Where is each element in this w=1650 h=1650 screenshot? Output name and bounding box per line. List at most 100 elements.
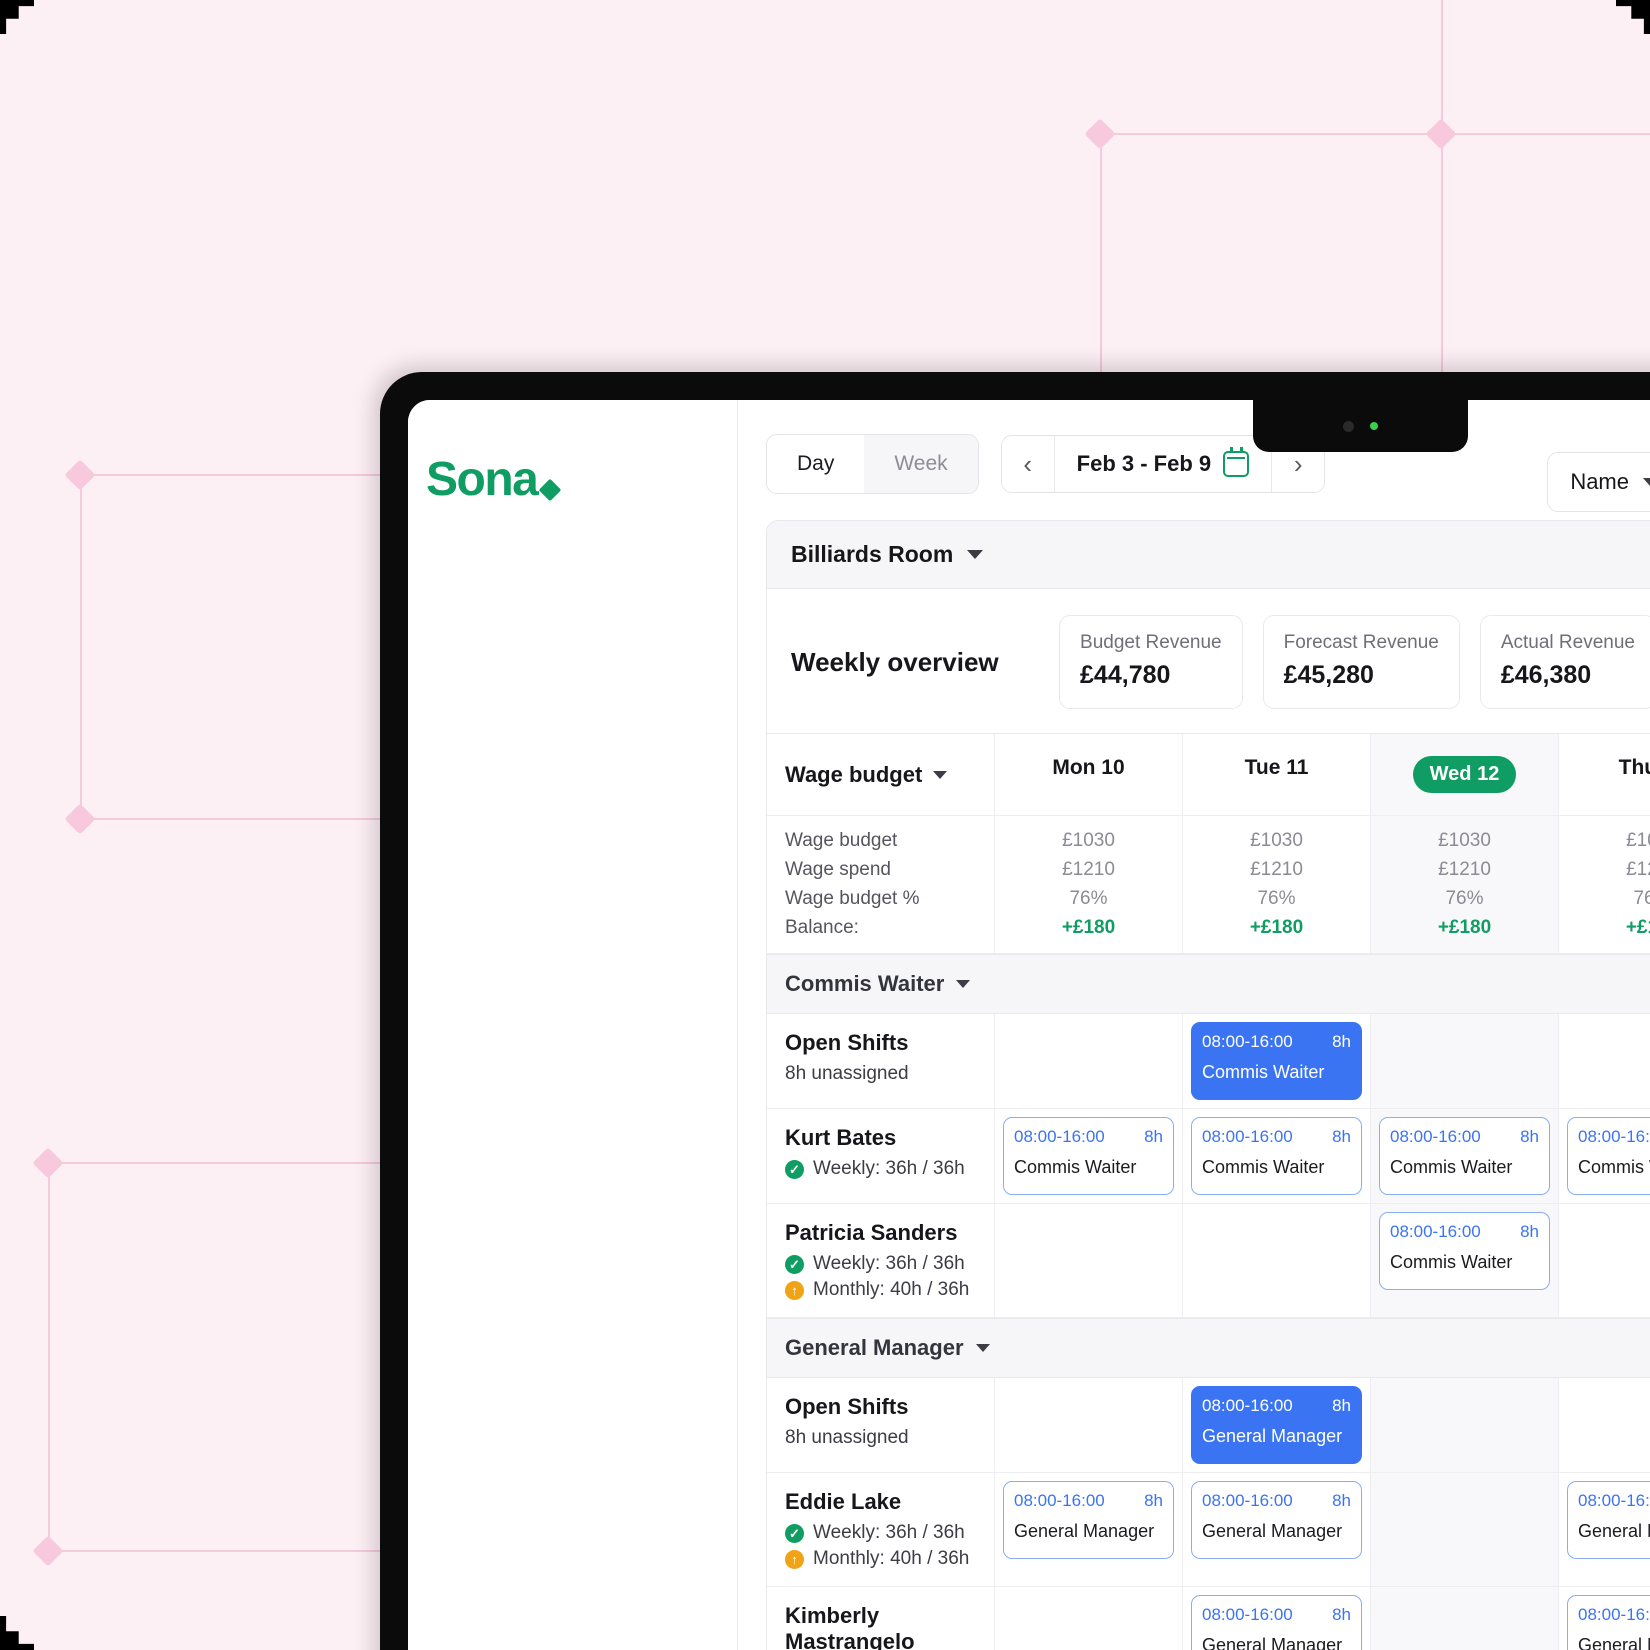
open-shift-card[interactable]: 08:00-16:00 8h General Manager xyxy=(1191,1386,1362,1464)
stat-label: Budget Revenue xyxy=(1080,632,1222,653)
schedule-cell[interactable] xyxy=(1183,1204,1371,1318)
schedule-cell[interactable] xyxy=(995,1014,1183,1109)
shift-time: 08:00-16:00 xyxy=(1014,1127,1105,1146)
employee-cell[interactable]: Open Shifts 8h unassigned xyxy=(767,1014,995,1109)
employee-name: Open Shifts xyxy=(785,1030,909,1055)
wage-value: £1210 xyxy=(1062,859,1115,880)
toolbar: Day Week ‹ Feb 3 - Feb 9 › Name xyxy=(738,400,1650,520)
employee-hours-text: Monthly: 40h / 36h xyxy=(813,1548,970,1569)
employee-cell[interactable]: Kimberly Mastrangelo✓Weekly: 36h / 36h xyxy=(767,1587,995,1650)
shift-role: General Manager xyxy=(1202,1635,1343,1650)
wage-value: 76% xyxy=(1445,888,1484,909)
shift-card[interactable]: 08:00-16:008hCommis Waiter xyxy=(1191,1117,1362,1195)
sort-by-name-select[interactable]: Name xyxy=(1547,452,1650,512)
previous-week-button[interactable]: ‹ xyxy=(1001,436,1054,492)
date-range-picker[interactable]: Feb 3 - Feb 9 xyxy=(1053,436,1273,492)
shift-card[interactable]: 08:00-16:008hGeneral Manager xyxy=(1567,1595,1650,1650)
employee-cell[interactable]: Kurt Bates ✓ Weekly: 36h / 36h xyxy=(767,1109,995,1204)
schedule-cell[interactable]: 08:00-16:008hCommis Waiter xyxy=(995,1109,1183,1204)
role-group-name: Commis Waiter xyxy=(785,971,945,996)
bg-diamond xyxy=(64,803,96,835)
schedule-cell[interactable] xyxy=(1371,1473,1559,1587)
schedule-grid: Wage budget Mon 10 Tue 11 Wed 12 Thu 13 xyxy=(767,733,1650,1650)
shift-card[interactable]: 08:00-16:008hGeneral Manager xyxy=(1191,1595,1362,1650)
chevron-down-icon xyxy=(1643,478,1650,486)
schedule-cell[interactable]: 08:00-16:008hCommis Waiter xyxy=(1183,1014,1371,1109)
day-header-thu: Thu 13 xyxy=(1559,734,1650,816)
schedule-cell[interactable] xyxy=(1559,1378,1650,1473)
shift-card[interactable]: 08:00-16:008hCommis Waiter xyxy=(1567,1117,1650,1195)
app-screen: Sona Day Week ‹ Feb 3 - Feb 9 › Name Bil… xyxy=(408,400,1650,1650)
camera-icon xyxy=(1343,420,1354,432)
shift-time-row: 08:00-16:008h xyxy=(1578,1605,1650,1625)
shift-hours: 8h xyxy=(1332,1127,1351,1146)
schedule-cell[interactable]: 08:00-16:008hCommis Waiter xyxy=(1559,1109,1650,1204)
schedule-cell[interactable]: 08:00-16:008hCommis Waiter xyxy=(1371,1204,1559,1318)
schedule-cell[interactable]: 08:00-16:008hGeneral Manager xyxy=(1183,1378,1371,1473)
employee-subtitle: 8h unassigned xyxy=(785,1063,909,1084)
shift-card[interactable]: 08:00-16:008hGeneral Manager xyxy=(1191,1481,1362,1559)
schedule-cell[interactable]: 08:00-16:008hGeneral Manager xyxy=(995,1473,1183,1587)
role-group-header[interactable]: General Manager xyxy=(767,1318,1650,1378)
shift-card[interactable]: 08:00-16:008hGeneral Manager xyxy=(1567,1481,1650,1559)
open-shift-card[interactable]: 08:00-16:00 8h Commis Waiter xyxy=(1191,1022,1362,1100)
stat-value: £45,280 xyxy=(1283,661,1374,689)
stat-value: £46,380 xyxy=(1500,661,1592,689)
employee-cell[interactable]: Open Shifts 8h unassigned xyxy=(767,1378,995,1473)
employee-hours-status: ✓ Weekly: 36h / 36h xyxy=(785,1158,976,1180)
wage-value: £1030 xyxy=(1438,830,1491,851)
check-circle-icon: ✓ xyxy=(785,1159,804,1179)
schedule-cell[interactable] xyxy=(1371,1014,1559,1109)
schedule-cell[interactable]: 08:00-16:008hCommis Waiter xyxy=(1183,1109,1371,1204)
wage-value: £1030 xyxy=(1062,830,1115,851)
schedule-cell[interactable]: 08:00-16:008hGeneral Manager xyxy=(1559,1473,1650,1587)
shift-role: General Manager xyxy=(1578,1521,1650,1541)
shift-time: 08:00-16:00 xyxy=(1390,1127,1481,1146)
schedule-cell[interactable] xyxy=(1559,1014,1650,1109)
wage-balance: +£180 xyxy=(1437,917,1492,938)
schedule-cell[interactable] xyxy=(1559,1204,1650,1318)
schedule-cell[interactable]: 08:00-16:008hGeneral Manager xyxy=(1183,1587,1371,1650)
day-header-mon: Mon 10 xyxy=(995,734,1183,816)
schedule-cell[interactable] xyxy=(1371,1378,1559,1473)
app-logo[interactable]: Sona xyxy=(426,452,737,507)
location-selector[interactable]: Billiards Room xyxy=(767,521,1650,589)
shift-card[interactable]: 08:00-16:008hCommis Waiter xyxy=(1003,1117,1174,1195)
shift-card[interactable]: 08:00-16:008hCommis Waiter xyxy=(1379,1117,1550,1195)
wage-value: £1030 xyxy=(1250,830,1303,851)
shift-time-row: 08:00-16:00 8h xyxy=(1390,1222,1539,1242)
weekly-overview: Weekly overview Budget Revenue £44,780 F… xyxy=(767,589,1650,733)
shift-hours: 8h xyxy=(1332,1396,1351,1415)
employee-hours-status: ✓ Weekly: 36h / 36h xyxy=(785,1522,976,1544)
schedule-cell[interactable]: 08:00-16:008hCommis Waiter xyxy=(1371,1109,1559,1204)
shift-hours: 8h xyxy=(1520,1127,1539,1146)
schedule-cell[interactable]: 08:00-16:008hGeneral Manager xyxy=(1183,1473,1371,1587)
schedule-cell[interactable] xyxy=(995,1204,1183,1318)
shift-role: Commis Waiter xyxy=(1202,1157,1325,1177)
schedule-cell[interactable] xyxy=(995,1587,1183,1650)
employee-cell[interactable]: Eddie Lake ✓ Weekly: 36h / 36h ↑ Monthly: 40… xyxy=(767,1473,995,1587)
employee-cell[interactable]: Patricia Sanders ✓ Weekly: 36h / 36h ↑ Month… xyxy=(767,1204,995,1318)
shift-time-row: 08:00-16:008h xyxy=(1202,1032,1351,1052)
day-label: Tue 11 xyxy=(1244,756,1309,779)
day-label: Thu 13 xyxy=(1618,756,1650,779)
shift-role: General Manager xyxy=(1014,1521,1155,1541)
schedule-cell[interactable]: 08:00-16:008hGeneral Manager xyxy=(1559,1587,1650,1650)
calendar-icon[interactable] xyxy=(1223,447,1250,477)
today-badge: Wed 12 xyxy=(1412,756,1517,793)
shift-time: 08:00-16:00 xyxy=(1390,1222,1481,1241)
wage-budget-header[interactable]: Wage budget xyxy=(767,734,995,816)
shift-hours: 8h xyxy=(1332,1032,1351,1051)
shift-card[interactable]: 08:00-16:008hGeneral Manager xyxy=(1003,1481,1174,1559)
tab-week[interactable]: Week xyxy=(864,435,978,493)
role-group-header[interactable]: Commis Waiter xyxy=(767,954,1650,1014)
schedule-cell[interactable] xyxy=(1371,1587,1559,1650)
shift-hours: 8h xyxy=(1520,1222,1539,1241)
wage-value: 76% xyxy=(1257,888,1296,909)
shift-role: Commis Waiter xyxy=(1578,1157,1650,1177)
schedule-cell[interactable] xyxy=(995,1378,1183,1473)
stat-card-actual-revenue: Actual Revenue £46,380 xyxy=(1479,615,1650,709)
shift-card[interactable]: 08:00-16:008hCommis Waiter xyxy=(1379,1212,1550,1290)
tab-day[interactable]: Day xyxy=(767,435,865,493)
tablet-device-frame: Sona Day Week ‹ Feb 3 - Feb 9 › Name Bil… xyxy=(380,372,1650,1650)
